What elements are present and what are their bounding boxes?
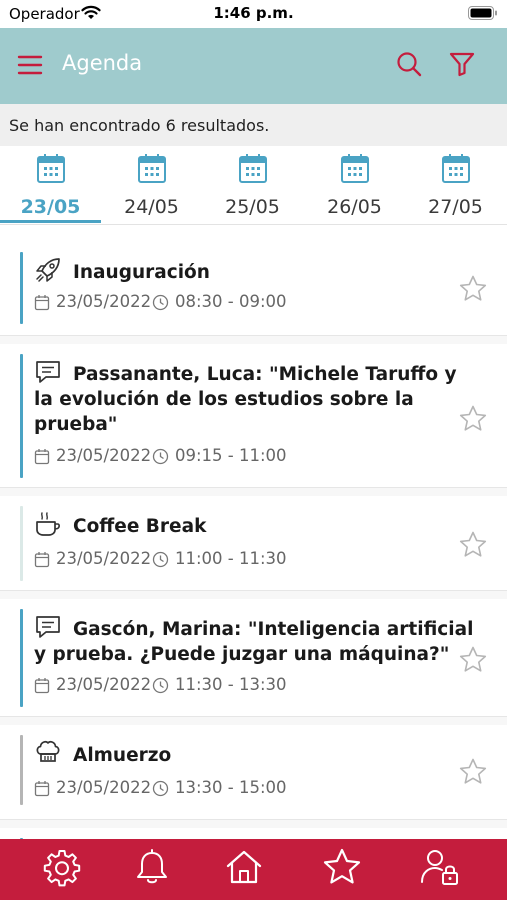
item-title: Inauguración (73, 262, 210, 283)
tab-label: 25/05 (225, 196, 280, 218)
list-item[interactable] (0, 820, 507, 839)
item-title-line: Passanante, Luca: "Michele Taruffo y (73, 364, 457, 385)
search-icon[interactable] (395, 50, 423, 78)
item-title-line: Gascón, Marina: "Inteligencia artificial (73, 619, 474, 640)
clock-icon (152, 677, 169, 694)
item-date: 23/05/2022 (56, 675, 152, 694)
item-date: 23/05/2022 (56, 549, 152, 568)
speech-bubble-icon (36, 361, 60, 383)
chef-hat-icon (36, 740, 60, 762)
list-item[interactable]: Almuerzo 23/05/2022 13:30 - 15:00 (0, 717, 507, 820)
star-icon[interactable] (458, 530, 488, 560)
item-time: 11:00 - 11:30 (175, 549, 287, 568)
item-date: 23/05/2022 (56, 292, 152, 311)
item-accent-bar (20, 354, 23, 478)
menu-icon[interactable] (16, 52, 44, 78)
list-item[interactable]: Gascón, Marina: "Inteligencia artificial… (0, 591, 507, 717)
star-icon[interactable] (322, 847, 362, 887)
tab-label: 26/05 (327, 196, 382, 218)
item-date: 23/05/2022 (56, 446, 152, 465)
item-meta: 23/05/2022 08:30 - 09:00 (34, 292, 294, 314)
page-title: Agenda (62, 51, 143, 75)
item-title: Coffee Break (73, 516, 207, 537)
settings-icon[interactable] (42, 847, 82, 887)
item-time: 11:30 - 13:30 (175, 675, 287, 694)
item-time: 09:15 - 11:00 (175, 446, 287, 465)
star-icon[interactable] (458, 757, 488, 787)
tab-label: 24/05 (124, 196, 179, 218)
clock-icon (152, 780, 169, 797)
item-date: 23/05/2022 (56, 778, 152, 797)
tab-label: 27/05 (428, 196, 483, 218)
tab-27-05[interactable]: 27/05 (405, 146, 506, 224)
calendar-small-icon (34, 449, 50, 465)
coffee-cup-icon (36, 512, 60, 536)
rocket-icon (36, 258, 60, 282)
list-item[interactable]: Coffee Break 23/05/2022 11:00 - 11:30 (0, 488, 507, 591)
calendar-icon (341, 154, 369, 183)
item-title-line: la evolución de los estudios sobre la (34, 389, 414, 410)
item-accent-bar (20, 735, 23, 805)
tab-24-05[interactable]: 24/05 (101, 146, 202, 224)
star-icon[interactable] (458, 645, 488, 675)
home-icon[interactable] (224, 847, 264, 887)
clock-icon (152, 551, 169, 568)
item-title-line: prueba" (34, 414, 118, 435)
clock-icon (152, 294, 169, 311)
user-lock-icon[interactable] (420, 847, 460, 887)
agenda-list: Inauguración 23/05/2022 08:30 - 09:00 Pa… (0, 232, 507, 839)
tab-25-05[interactable]: 25/05 (202, 146, 303, 224)
item-time: 13:30 - 15:00 (175, 778, 287, 797)
item-accent-bar (20, 506, 23, 581)
tab-label: 23/05 (20, 196, 81, 218)
item-meta: 23/05/2022 11:30 - 13:30 (34, 675, 294, 697)
list-item[interactable]: Passanante, Luca: "Michele Taruffo y la … (0, 336, 507, 488)
item-accent-bar (20, 609, 23, 707)
app-header: Agenda (0, 28, 507, 104)
tab-23-05[interactable]: 23/05 (0, 146, 101, 224)
bell-icon[interactable] (132, 847, 172, 887)
item-accent-bar (20, 252, 23, 324)
item-title-line: y prueba. ¿Puede juzgar una máquina?" (34, 644, 450, 665)
battery-icon (468, 6, 497, 20)
date-tabs: 23/05 24/05 25/05 26/05 27/05 (0, 146, 507, 225)
item-meta: 23/05/2022 11:00 - 11:30 (34, 549, 294, 571)
calendar-small-icon (34, 678, 50, 694)
bottom-nav (0, 839, 507, 900)
clock-icon (152, 448, 169, 465)
clock-time: 1:46 p.m. (213, 4, 294, 22)
active-tab-indicator (0, 220, 101, 223)
item-title: Almuerzo (73, 745, 172, 766)
tab-26-05[interactable]: 26/05 (304, 146, 405, 224)
filter-icon[interactable] (448, 50, 476, 78)
results-bar: Se han encontrado 6 resultados. (0, 104, 507, 146)
item-time: 08:30 - 09:00 (175, 292, 287, 311)
item-meta: 23/05/2022 13:30 - 15:00 (34, 778, 294, 800)
list-item[interactable]: Inauguración 23/05/2022 08:30 - 09:00 (0, 232, 507, 336)
results-count: Se han encontrado 6 resultados. (9, 116, 270, 135)
calendar-icon (37, 154, 65, 183)
calendar-small-icon (34, 295, 50, 311)
calendar-small-icon (34, 552, 50, 568)
speech-bubble-icon (36, 616, 60, 638)
calendar-icon (442, 154, 470, 183)
status-bar: Operador 1:46 p.m. (0, 0, 507, 28)
calendar-icon (138, 154, 166, 183)
star-icon[interactable] (458, 274, 488, 304)
calendar-icon (239, 154, 267, 183)
star-icon[interactable] (458, 404, 488, 434)
calendar-small-icon (34, 781, 50, 797)
item-meta: 23/05/2022 09:15 - 11:00 (34, 446, 294, 468)
